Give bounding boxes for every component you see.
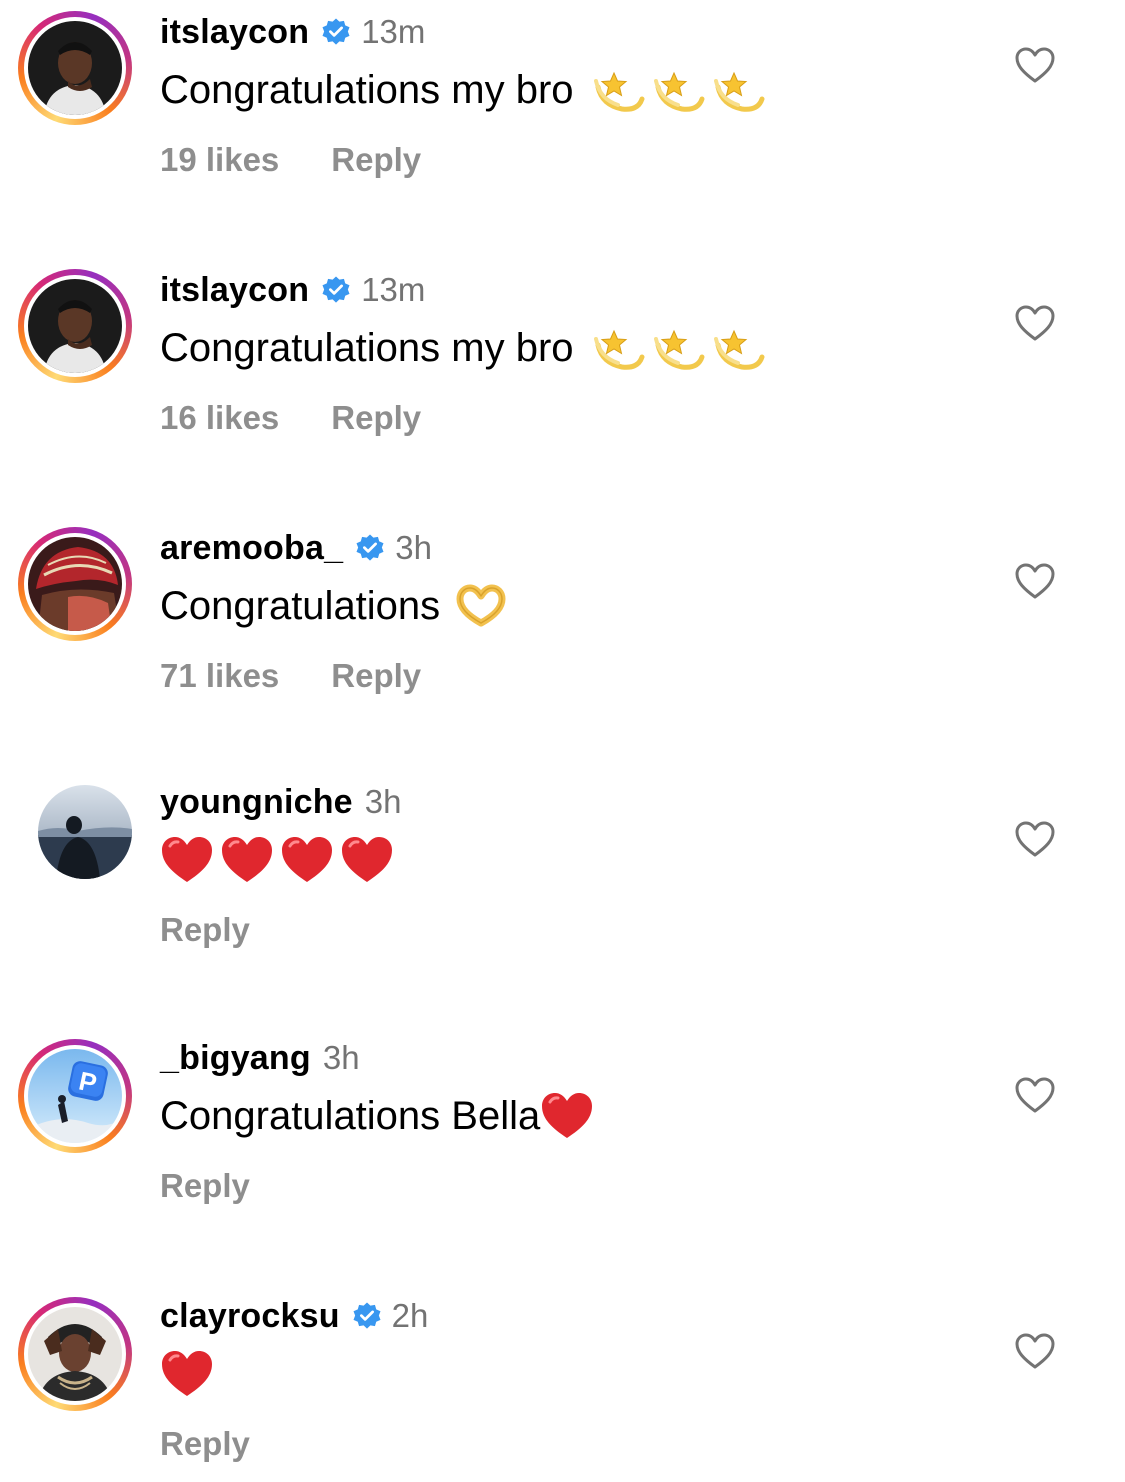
avatar[interactable] (18, 527, 132, 641)
comment-timestamp: 3h (322, 1039, 360, 1076)
red-heart-emoji (280, 835, 334, 885)
like-heart-icon[interactable] (1014, 562, 1056, 600)
reply-button[interactable]: Reply (160, 1425, 250, 1463)
comment-text: Congratulations my bro (160, 325, 574, 370)
heart-hands-emoji (454, 579, 508, 633)
avatar[interactable] (18, 269, 132, 383)
avatar[interactable] (38, 785, 132, 879)
red-heart-emoji (160, 835, 214, 885)
comment-username[interactable]: _bigyang (160, 1039, 311, 1078)
comment-username[interactable]: itslaycon (160, 271, 309, 310)
red-heart-emoji (540, 1091, 594, 1141)
comment-likes-count[interactable]: 71 likes (160, 657, 279, 695)
avatar[interactable]: P (18, 1039, 132, 1153)
reply-button[interactable]: Reply (331, 399, 421, 437)
reply-button[interactable]: Reply (160, 911, 250, 949)
comment-username[interactable]: clayrocksu (160, 1297, 340, 1336)
comment-timestamp: 13m (361, 271, 426, 308)
reply-button[interactable]: Reply (331, 141, 421, 179)
comment-text: Congratulations Bella (160, 1093, 541, 1138)
reply-button[interactable]: Reply (331, 657, 421, 695)
dizzy-star-emoji (652, 321, 706, 375)
like-heart-icon[interactable] (1014, 1332, 1056, 1370)
dizzy-star-emoji (652, 63, 706, 117)
comment-username[interactable]: youngniche (160, 783, 353, 822)
verified-badge-icon (355, 533, 385, 563)
comment-likes-count[interactable]: 19 likes (160, 141, 279, 179)
comment-timestamp: 3h (364, 783, 402, 820)
avatar[interactable] (18, 1297, 132, 1411)
dizzy-star-emoji (592, 321, 646, 375)
red-heart-emoji (160, 1349, 214, 1399)
comment-username[interactable]: aremooba_ (160, 529, 343, 568)
dizzy-star-emoji (592, 63, 646, 117)
comment-text: Congratulations my bro (160, 67, 574, 112)
like-heart-icon[interactable] (1014, 820, 1056, 858)
like-heart-icon[interactable] (1014, 304, 1056, 342)
dizzy-star-emoji (712, 63, 766, 117)
verified-badge-icon (352, 1301, 382, 1331)
red-heart-emoji (220, 835, 274, 885)
avatar[interactable] (18, 11, 132, 125)
comment-username[interactable]: itslaycon (160, 13, 309, 52)
comment-timestamp: 3h (395, 529, 432, 566)
like-heart-icon[interactable] (1014, 1076, 1056, 1114)
comment-timestamp: 2h (391, 1297, 429, 1334)
verified-badge-icon (321, 17, 351, 47)
verified-badge-icon (321, 275, 351, 305)
comment-likes-count[interactable]: 16 likes (160, 399, 279, 437)
reply-button[interactable]: Reply (160, 1167, 250, 1205)
dizzy-star-emoji (712, 321, 766, 375)
red-heart-emoji (340, 835, 394, 885)
comment-text: Congratulations (160, 583, 441, 628)
comment-timestamp: 13m (361, 13, 426, 50)
like-heart-icon[interactable] (1014, 46, 1056, 84)
